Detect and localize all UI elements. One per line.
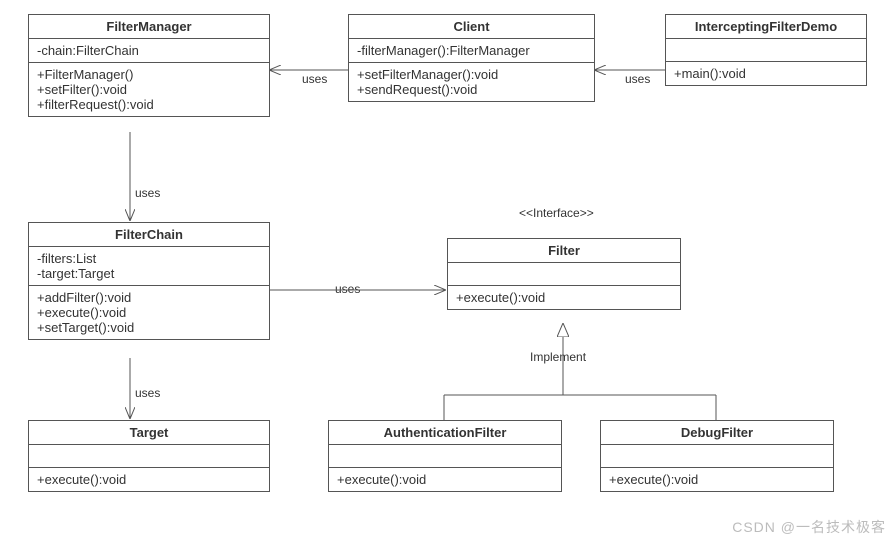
class-ops: +execute():void	[448, 286, 680, 309]
class-ops: +setFilterManager():void +sendRequest():…	[349, 63, 594, 101]
class-attrs	[666, 39, 866, 62]
class-title: DebugFilter	[601, 421, 833, 445]
class-attrs	[329, 445, 561, 468]
watermark: CSDN @一名技术极客	[732, 517, 886, 537]
class-filter-chain: FilterChain -filters:List -target:Target…	[28, 222, 270, 340]
class-filter: Filter +execute():void	[447, 238, 681, 310]
class-debug-filter: DebugFilter +execute():void	[600, 420, 834, 492]
class-attrs	[448, 263, 680, 286]
class-demo: InterceptingFilterDemo +main():void	[665, 14, 867, 86]
class-ops: +execute():void	[29, 468, 269, 491]
class-ops: +main():void	[666, 62, 866, 85]
edge-label-uses: uses	[135, 386, 160, 400]
uml-class-diagram: FilterManager -chain:FilterChain +Filter…	[0, 0, 894, 541]
class-title: AuthenticationFilter	[329, 421, 561, 445]
stereotype-interface: <<Interface>>	[519, 206, 594, 220]
edge-label-implement: Implement	[530, 350, 586, 364]
edge-label-uses: uses	[625, 72, 650, 86]
class-client: Client -filterManager():FilterManager +s…	[348, 14, 595, 102]
class-title: Filter	[448, 239, 680, 263]
class-auth-filter: AuthenticationFilter +execute():void	[328, 420, 562, 492]
class-ops: +FilterManager() +setFilter():void +filt…	[29, 63, 269, 116]
class-attrs	[29, 445, 269, 468]
class-title: FilterChain	[29, 223, 269, 247]
edge-label-uses: uses	[302, 72, 327, 86]
class-ops: +addFilter():void +execute():void +setTa…	[29, 286, 269, 339]
edge-label-uses: uses	[335, 282, 360, 296]
class-attrs: -chain:FilterChain	[29, 39, 269, 63]
class-title: Target	[29, 421, 269, 445]
class-ops: +execute():void	[601, 468, 833, 491]
class-target: Target +execute():void	[28, 420, 270, 492]
class-filter-manager: FilterManager -chain:FilterChain +Filter…	[28, 14, 270, 117]
class-title: FilterManager	[29, 15, 269, 39]
class-title: InterceptingFilterDemo	[666, 15, 866, 39]
class-title: Client	[349, 15, 594, 39]
edge-label-uses: uses	[135, 186, 160, 200]
class-ops: +execute():void	[329, 468, 561, 491]
class-attrs: -filters:List -target:Target	[29, 247, 269, 286]
class-attrs: -filterManager():FilterManager	[349, 39, 594, 63]
class-attrs	[601, 445, 833, 468]
